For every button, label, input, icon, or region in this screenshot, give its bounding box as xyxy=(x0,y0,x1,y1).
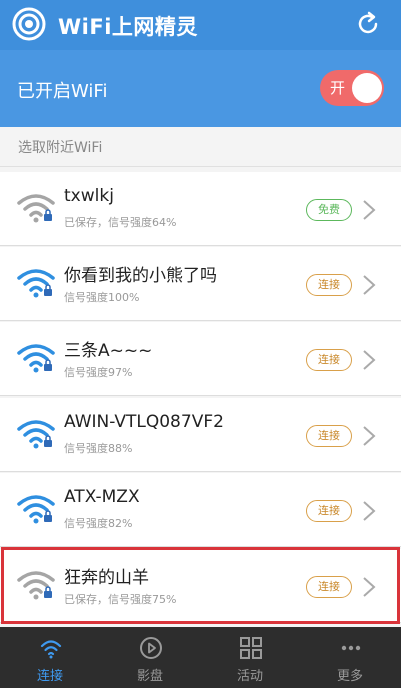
nav-tab-3[interactable]: 更多 xyxy=(300,627,400,688)
network-status: 信号强度88% xyxy=(64,442,133,455)
network-name: AWIN-VTLQ087VF2 xyxy=(64,412,224,432)
app-title: WiFi上网精灵 xyxy=(58,15,198,39)
connect-button[interactable]: 连接 xyxy=(306,349,352,371)
nav-label: 活动 xyxy=(236,669,263,684)
network-row[interactable]: 你看到我的小熊了吗信号强度100% 连接 xyxy=(0,247,401,321)
connect-button[interactable]: 连接 xyxy=(306,576,352,598)
app-header: WiFi上网精灵 xyxy=(0,0,401,50)
connect-button[interactable]: 连接 xyxy=(306,425,352,447)
nav-tab-1[interactable]: 影盘 xyxy=(100,627,200,688)
bottom-nav: 连接 影盘 活动 更多 xyxy=(0,627,401,688)
toggle-knob xyxy=(352,73,382,103)
connect-button[interactable]: 连接 xyxy=(306,500,352,522)
wifi-locked-icon xyxy=(17,194,55,223)
wifi-spot-logo xyxy=(12,7,46,41)
network-name: 三条A~~~ xyxy=(64,341,153,361)
chevron-right-icon[interactable] xyxy=(362,349,376,371)
chevron-right-icon[interactable] xyxy=(362,274,376,296)
nav-label: 连接 xyxy=(36,669,63,684)
wifi-locked-icon xyxy=(17,344,55,373)
network-status: 已保存，信号强度75% xyxy=(64,593,177,606)
network-name: 你看到我的小熊了吗 xyxy=(64,266,217,286)
connect-button[interactable]: 连接 xyxy=(306,274,352,296)
nav-label: 影盘 xyxy=(136,669,163,684)
section-label: 选取附近WiFi xyxy=(18,140,103,156)
nav-tab-2[interactable]: 活动 xyxy=(200,627,300,688)
nav-label: 更多 xyxy=(336,669,363,684)
network-name: txwlkj xyxy=(64,186,114,206)
network-status: 已保存，信号强度64% xyxy=(64,216,177,229)
network-status: 信号强度82% xyxy=(64,517,133,530)
wifi-toggle[interactable]: 开 xyxy=(320,70,384,106)
network-row[interactable]: AWIN-VTLQ087VF2 信号强度88% 连接 xyxy=(0,398,401,472)
wifi-locked-icon xyxy=(17,420,55,449)
wifi-icon xyxy=(40,640,62,659)
wifi-locked-icon xyxy=(17,269,55,298)
network-row[interactable]: ATX-MZX 信号强度82% 连接 xyxy=(0,473,401,547)
free-button[interactable]: 免费 xyxy=(306,199,352,221)
play-icon xyxy=(140,637,162,659)
network-name: ATX-MZX xyxy=(64,487,140,507)
nav-tab-0[interactable]: 连接 xyxy=(0,627,100,688)
wifi-status-label: 已开启WiFi xyxy=(17,81,108,102)
toggle-text: 开 xyxy=(330,79,346,97)
network-status: 信号强度97% xyxy=(64,366,133,379)
more-icon xyxy=(341,645,361,651)
chevron-right-icon[interactable] xyxy=(362,500,376,522)
chevron-right-icon[interactable] xyxy=(362,576,376,598)
wifi-locked-icon xyxy=(17,571,55,600)
network-status: 信号强度100% xyxy=(64,291,140,304)
grid-icon xyxy=(240,637,262,659)
wifi-locked-icon xyxy=(17,495,55,524)
refresh-icon[interactable] xyxy=(355,11,381,37)
network-name: 狂奔的山羊 xyxy=(64,568,149,588)
chevron-right-icon[interactable] xyxy=(362,425,376,447)
network-row[interactable]: 三条A~~~ 信号强度97% 连接 xyxy=(0,322,401,396)
network-row[interactable]: 狂奔的山羊已保存，信号强度75% 连接 xyxy=(0,549,401,623)
section-header: 选取附近WiFi xyxy=(0,127,401,167)
network-row[interactable]: txwlkj 已保存，信号强度64% 免费 xyxy=(0,172,401,246)
chevron-right-icon[interactable] xyxy=(362,199,376,221)
